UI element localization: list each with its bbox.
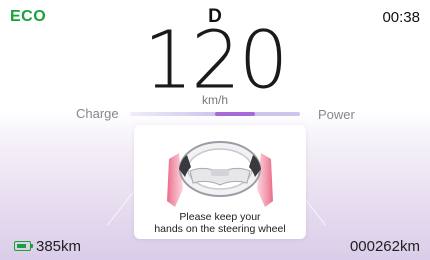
alert-message: Please keep your hands on the steering w… [134, 211, 306, 235]
hands-on-wheel-alert: Please keep your hands on the steering w… [134, 125, 306, 239]
speed-value: 120 [143, 15, 289, 107]
alert-message-line1: Please keep your [179, 211, 261, 223]
charge-label: Charge [76, 106, 119, 121]
speed-unit: km/h [201, 93, 228, 107]
steering-wheel-hands-icon [167, 141, 273, 207]
battery-level [16, 243, 26, 248]
odometer: 000262km [349, 238, 420, 255]
power-meter-fill [215, 112, 255, 116]
remaining-range: 385km [36, 238, 82, 255]
alert-message-line2: hands on the steering wheel [154, 223, 286, 235]
power-label: Power [318, 107, 355, 122]
power-meter-bar [130, 112, 300, 116]
